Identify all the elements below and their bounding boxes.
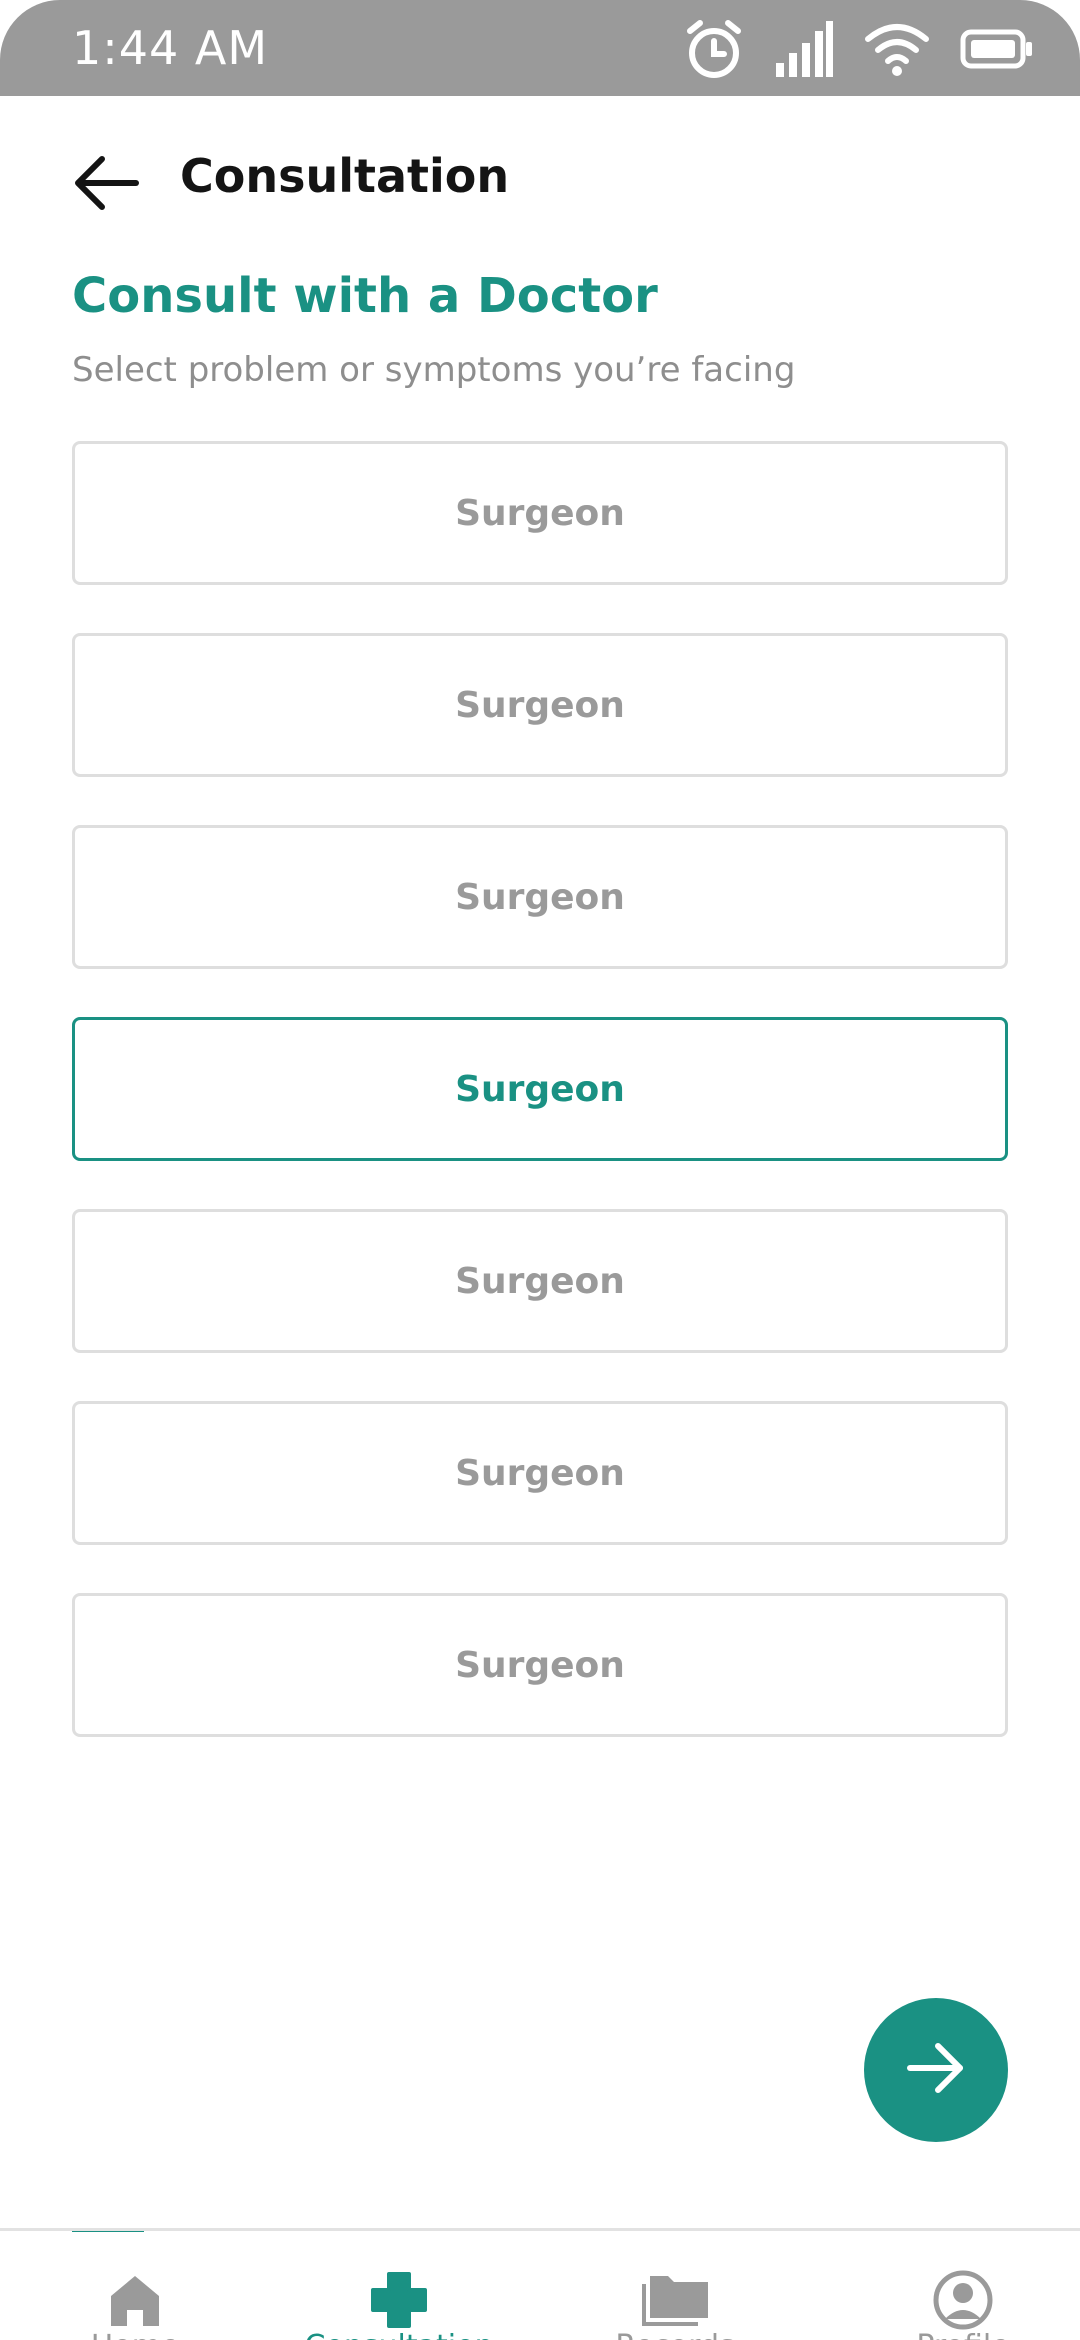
folder-icon	[640, 2265, 710, 2335]
status-time: 1:44 AM	[72, 21, 269, 75]
bottom-nav: Home Consultation Records Profile	[0, 2228, 1080, 2340]
status-bar: 1:44 AM	[0, 0, 1080, 96]
profile-icon	[928, 2265, 998, 2335]
option-surgeon-3[interactable]: Surgeon	[72, 825, 1008, 969]
option-surgeon-6[interactable]: Surgeon	[72, 1401, 1008, 1545]
nav-label: Profile	[828, 2327, 1080, 2340]
option-label: Surgeon	[455, 1260, 625, 1302]
option-label: Surgeon	[455, 492, 625, 534]
nav-item-profile[interactable]: Profile	[828, 2231, 1080, 2340]
option-label: Surgeon	[455, 1644, 625, 1686]
option-label: Surgeon	[455, 684, 625, 726]
back-button[interactable]	[62, 140, 152, 230]
option-surgeon-1[interactable]: Surgeon	[72, 441, 1008, 585]
battery-icon	[960, 29, 1034, 69]
nav-label: Consultation	[264, 2327, 534, 2340]
option-surgeon-4-selected[interactable]: Surgeon	[72, 1017, 1008, 1161]
alarm-icon	[684, 17, 744, 81]
next-button[interactable]	[864, 1998, 1008, 2142]
nav-item-home[interactable]: Home	[0, 2231, 270, 2340]
nav-label: Home	[0, 2327, 270, 2340]
section-subtitle: Select problem or symptoms you’re facing	[72, 350, 796, 390]
options-list: Surgeon Surgeon Surgeon Surgeon Surgeon …	[72, 441, 1008, 1785]
page-title: Consultation	[180, 149, 510, 203]
nav-label: Records	[540, 2327, 810, 2340]
option-label: Surgeon	[455, 876, 625, 918]
option-surgeon-2[interactable]: Surgeon	[72, 633, 1008, 777]
nav-item-records[interactable]: Records	[540, 2231, 810, 2340]
option-label: Surgeon	[455, 1452, 625, 1494]
option-surgeon-7[interactable]: Surgeon	[72, 1593, 1008, 1737]
wifi-icon	[864, 21, 930, 77]
status-icons	[684, 14, 1034, 84]
option-label: Surgeon	[455, 1068, 625, 1110]
option-surgeon-5[interactable]: Surgeon	[72, 1209, 1008, 1353]
nav-item-consultation[interactable]: Consultation	[264, 2231, 534, 2340]
home-icon	[100, 2265, 170, 2335]
app-header: Consultation	[0, 96, 1080, 256]
medical-cross-icon	[364, 2265, 434, 2335]
signal-icon	[774, 19, 834, 79]
arrow-right-icon	[906, 2042, 966, 2098]
arrow-left-icon	[74, 155, 140, 215]
section-title: Consult with a Doctor	[72, 268, 658, 324]
